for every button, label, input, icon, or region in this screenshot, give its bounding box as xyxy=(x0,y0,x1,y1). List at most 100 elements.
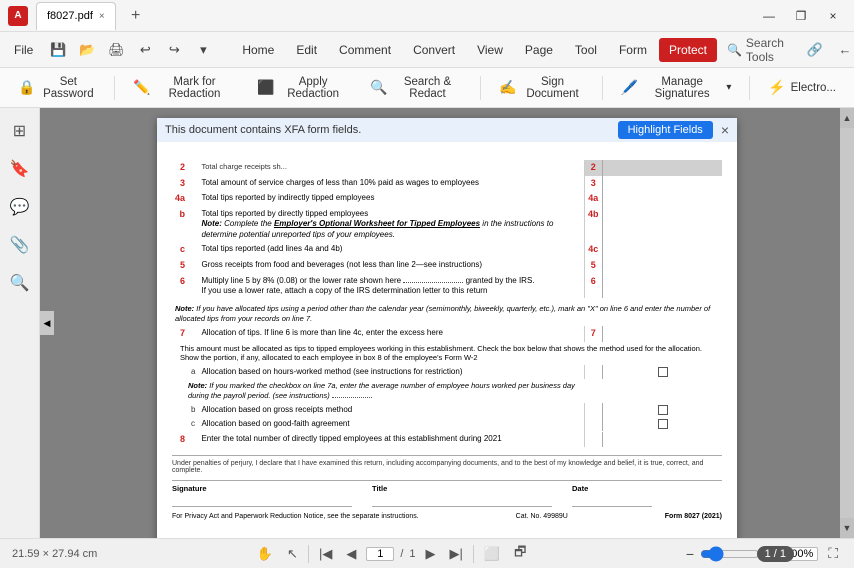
dimensions-label: 21.59 × 27.94 cm xyxy=(12,548,97,560)
next-page-btn[interactable]: ▶ xyxy=(422,544,440,564)
row-text: Total tips reported (add lines 4a and 4b… xyxy=(198,242,584,258)
table-row: Note: If you have allocated tips using a… xyxy=(172,302,722,326)
app-icon: A xyxy=(8,6,28,26)
sidebar-item-comments[interactable]: 💬 xyxy=(5,192,35,222)
nav-separator-2 xyxy=(473,545,474,563)
restore-button[interactable]: ❐ xyxy=(788,3,814,29)
date-line[interactable] xyxy=(572,493,652,507)
menu-file[interactable]: File xyxy=(4,38,43,62)
menu-comment[interactable]: Comment xyxy=(329,38,401,62)
collapse-sidebar-btn[interactable]: ◀ xyxy=(40,311,54,335)
menu-tool[interactable]: Tool xyxy=(565,38,607,62)
last-page-btn[interactable]: ▶| xyxy=(446,544,467,564)
row-text: Multiply line 5 by 8% (0.08) or the lowe… xyxy=(198,274,584,299)
row-text: Allocation based on good-faith agreement xyxy=(198,417,584,431)
table-row: a Allocation based on hours-worked metho… xyxy=(172,365,722,379)
pdf-page: This document contains XFA form fields. … xyxy=(157,118,737,538)
menu-page[interactable]: Page xyxy=(515,38,563,62)
sidebar-item-pages[interactable]: ⊞ xyxy=(5,116,35,146)
table-row: 6 Multiply line 5 by 8% (0.08) or the lo… xyxy=(172,274,722,299)
print-icon[interactable]: 🖨 xyxy=(103,37,129,63)
table-row: This amount must be allocated as tips to… xyxy=(172,342,722,366)
search-redact-button[interactable]: 🔍 Search & Redact xyxy=(360,73,472,103)
signature-block: Signature xyxy=(172,484,352,507)
first-page-btn[interactable]: |◀ xyxy=(315,544,336,564)
menu-form[interactable]: Form xyxy=(609,38,657,62)
open-icon[interactable]: 📂 xyxy=(74,37,100,63)
undo-icon[interactable]: ↩ xyxy=(132,37,158,63)
menu-edit[interactable]: Edit xyxy=(286,38,327,62)
set-password-button[interactable]: 🔒 Set Password xyxy=(8,73,106,103)
electro-button[interactable]: ⚡ Electro... xyxy=(758,73,846,103)
redo-icon[interactable]: ↪ xyxy=(161,37,187,63)
xfa-message: This document contains XFA form fields. xyxy=(165,124,361,136)
table-row: 4a Total tips reported by indirectly tip… xyxy=(172,191,722,207)
sign-document-button[interactable]: ✍️ Sign Document xyxy=(489,73,594,103)
back-icon[interactable]: ← xyxy=(832,37,854,63)
menu-view[interactable]: View xyxy=(467,38,513,62)
date-label: Date xyxy=(572,484,652,493)
row-text: Allocation based on hours-worked method … xyxy=(198,365,584,379)
footer-bottom: For Privacy Act and Paperwork Reduction … xyxy=(172,513,722,520)
manage-signatures-button[interactable]: 🖊️ Manage Signatures ▾ xyxy=(611,73,742,103)
row-text: Gross receipts from food and beverages (… xyxy=(198,258,584,274)
page-indicator-badge: 1 / 1 xyxy=(757,546,794,562)
mark-redaction-button[interactable]: ✏️ Mark for Redaction xyxy=(123,73,243,103)
highlight-fields-button[interactable]: Highlight Fields xyxy=(618,121,713,139)
checkbox-7a[interactable] xyxy=(658,367,668,377)
hand-tool-btn[interactable]: ✋ xyxy=(253,544,277,564)
fit-page-btn[interactable]: 🗗 xyxy=(510,541,530,567)
row-text: Total amount of service charges of less … xyxy=(198,176,584,192)
checkbox-7b[interactable] xyxy=(658,405,668,415)
row-text: Total tips reported by indirectly tipped… xyxy=(198,191,584,207)
fit-width-btn[interactable]: ⬜ xyxy=(480,544,504,564)
sidebar-item-attachments[interactable]: 📎 xyxy=(5,230,35,260)
menu-protect[interactable]: Protect xyxy=(659,38,717,62)
privacy-note: For Privacy Act and Paperwork Reduction … xyxy=(172,513,419,520)
scroll-down-btn[interactable]: ▼ xyxy=(840,518,854,538)
title-line[interactable] xyxy=(372,493,552,507)
sidebar-item-search[interactable]: 🔍 xyxy=(5,268,35,298)
close-button[interactable]: × xyxy=(820,3,846,29)
tab-close-icon[interactable]: × xyxy=(99,11,105,22)
share-icon[interactable]: 🔗 xyxy=(802,37,828,63)
scroll-up-btn[interactable]: ▲ xyxy=(840,108,854,128)
sig-line[interactable] xyxy=(172,493,352,507)
zoom-out-btn[interactable]: − xyxy=(686,546,694,562)
toolbar-separator-4 xyxy=(749,76,750,100)
dropdown-icon: ▾ xyxy=(726,82,731,93)
apply-redaction-button[interactable]: ⬛ Apply Redaction xyxy=(247,73,356,103)
menu-home[interactable]: Home xyxy=(232,38,284,62)
table-row: b Total tips reported by directly tipped… xyxy=(172,207,722,242)
more-icon[interactable]: ▾ xyxy=(190,37,216,63)
save-icon[interactable]: 💾 xyxy=(45,37,71,63)
xfa-notification-bar: This document contains XFA form fields. … xyxy=(157,118,737,142)
toolbar-separator-1 xyxy=(114,76,115,100)
zoom-slider[interactable] xyxy=(700,546,760,562)
form-footer: Under penalties of perjury, I declare th… xyxy=(172,455,722,520)
xfa-close-button[interactable]: × xyxy=(721,122,729,138)
tab-f8027[interactable]: f8027.pdf × xyxy=(36,2,116,30)
sidebar: ⊞ 🔖 💬 📎 🔍 xyxy=(0,108,40,538)
minimize-button[interactable]: — xyxy=(756,3,782,29)
select-tool-btn[interactable]: ↖ xyxy=(283,544,302,564)
search-tools[interactable]: 🔍 Search Tools xyxy=(719,36,792,64)
fullscreen-btn[interactable]: ⛶ xyxy=(824,543,842,564)
menu-convert[interactable]: Convert xyxy=(403,38,465,62)
table-row: b Allocation based on gross receipts met… xyxy=(172,403,722,417)
pdf-content: 2 Total charge receipts sh... 2 3 Total … xyxy=(157,152,737,528)
xfa-bar-right: Highlight Fields × xyxy=(618,121,729,139)
prev-page-btn[interactable]: ◀ xyxy=(342,544,360,564)
main-area: ⊞ 🔖 💬 📎 🔍 ◀ This document contains XFA f… xyxy=(0,108,854,538)
table-row: Note: If you marked the checkbox on line… xyxy=(172,379,722,403)
form-label: Form 8027 (2021) xyxy=(665,513,722,520)
page-number-input[interactable] xyxy=(366,547,394,561)
row-text: Total charge receipts sh... xyxy=(198,160,584,176)
row-text: Allocation of tips. If line 6 is more th… xyxy=(198,326,584,342)
new-tab-button[interactable]: + xyxy=(124,4,148,28)
table-row: 7 Allocation of tips. If line 6 is more … xyxy=(172,326,722,342)
scrollbar[interactable]: ▲ ▼ xyxy=(840,108,854,538)
sidebar-item-bookmarks[interactable]: 🔖 xyxy=(5,154,35,184)
checkbox-7c[interactable] xyxy=(658,419,668,429)
search-tools-label: Search Tools xyxy=(746,36,784,64)
